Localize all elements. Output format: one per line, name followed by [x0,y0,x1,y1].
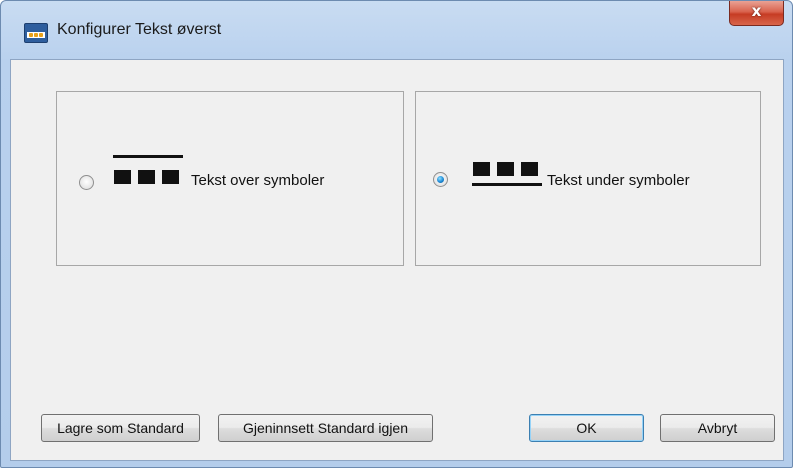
radio-text-above[interactable] [79,175,94,190]
option-label-text-below[interactable]: Tekst under symboler [547,172,690,189]
restore-default-button[interactable]: Gjeninnsett Standard igjen [218,414,433,442]
window-title: Konfigurer Tekst øverst [57,21,222,38]
app-icon [24,23,48,43]
close-button[interactable]: x [729,1,784,26]
dialog-client-area: Tekst over symboler Tekst under symboler… [10,59,784,461]
title-bar[interactable]: Konfigurer Tekst øverst x [1,1,792,59]
option-label-text-above[interactable]: Tekst over symboler [191,172,324,189]
cancel-button[interactable]: Avbryt [660,414,775,442]
radio-text-below[interactable] [433,172,448,187]
close-icon: x [751,2,762,20]
dialog-window: Konfigurer Tekst øverst x Tekst over sym… [0,0,793,468]
option-panel-text-above[interactable]: Tekst over symboler [56,91,404,266]
ok-button[interactable]: OK [529,414,644,442]
save-as-default-button[interactable]: Lagre som Standard [41,414,200,442]
option-panel-text-below[interactable]: Tekst under symboler [415,91,761,266]
